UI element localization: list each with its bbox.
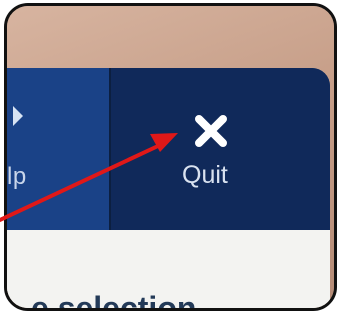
help-button[interactable]: lp	[7, 68, 111, 230]
selection-heading: e selection	[31, 290, 197, 311]
quit-button-label: Quit	[182, 161, 228, 189]
photo-frame: lp Quit e selection	[4, 3, 337, 311]
help-arrow-icon	[13, 106, 23, 126]
content-area: e selection	[7, 230, 330, 311]
device-screen: lp Quit e selection	[7, 68, 330, 311]
toolbar: lp Quit	[7, 68, 330, 230]
help-button-label: lp	[7, 163, 27, 190]
close-icon	[195, 115, 227, 147]
quit-button[interactable]: Quit	[111, 68, 330, 230]
